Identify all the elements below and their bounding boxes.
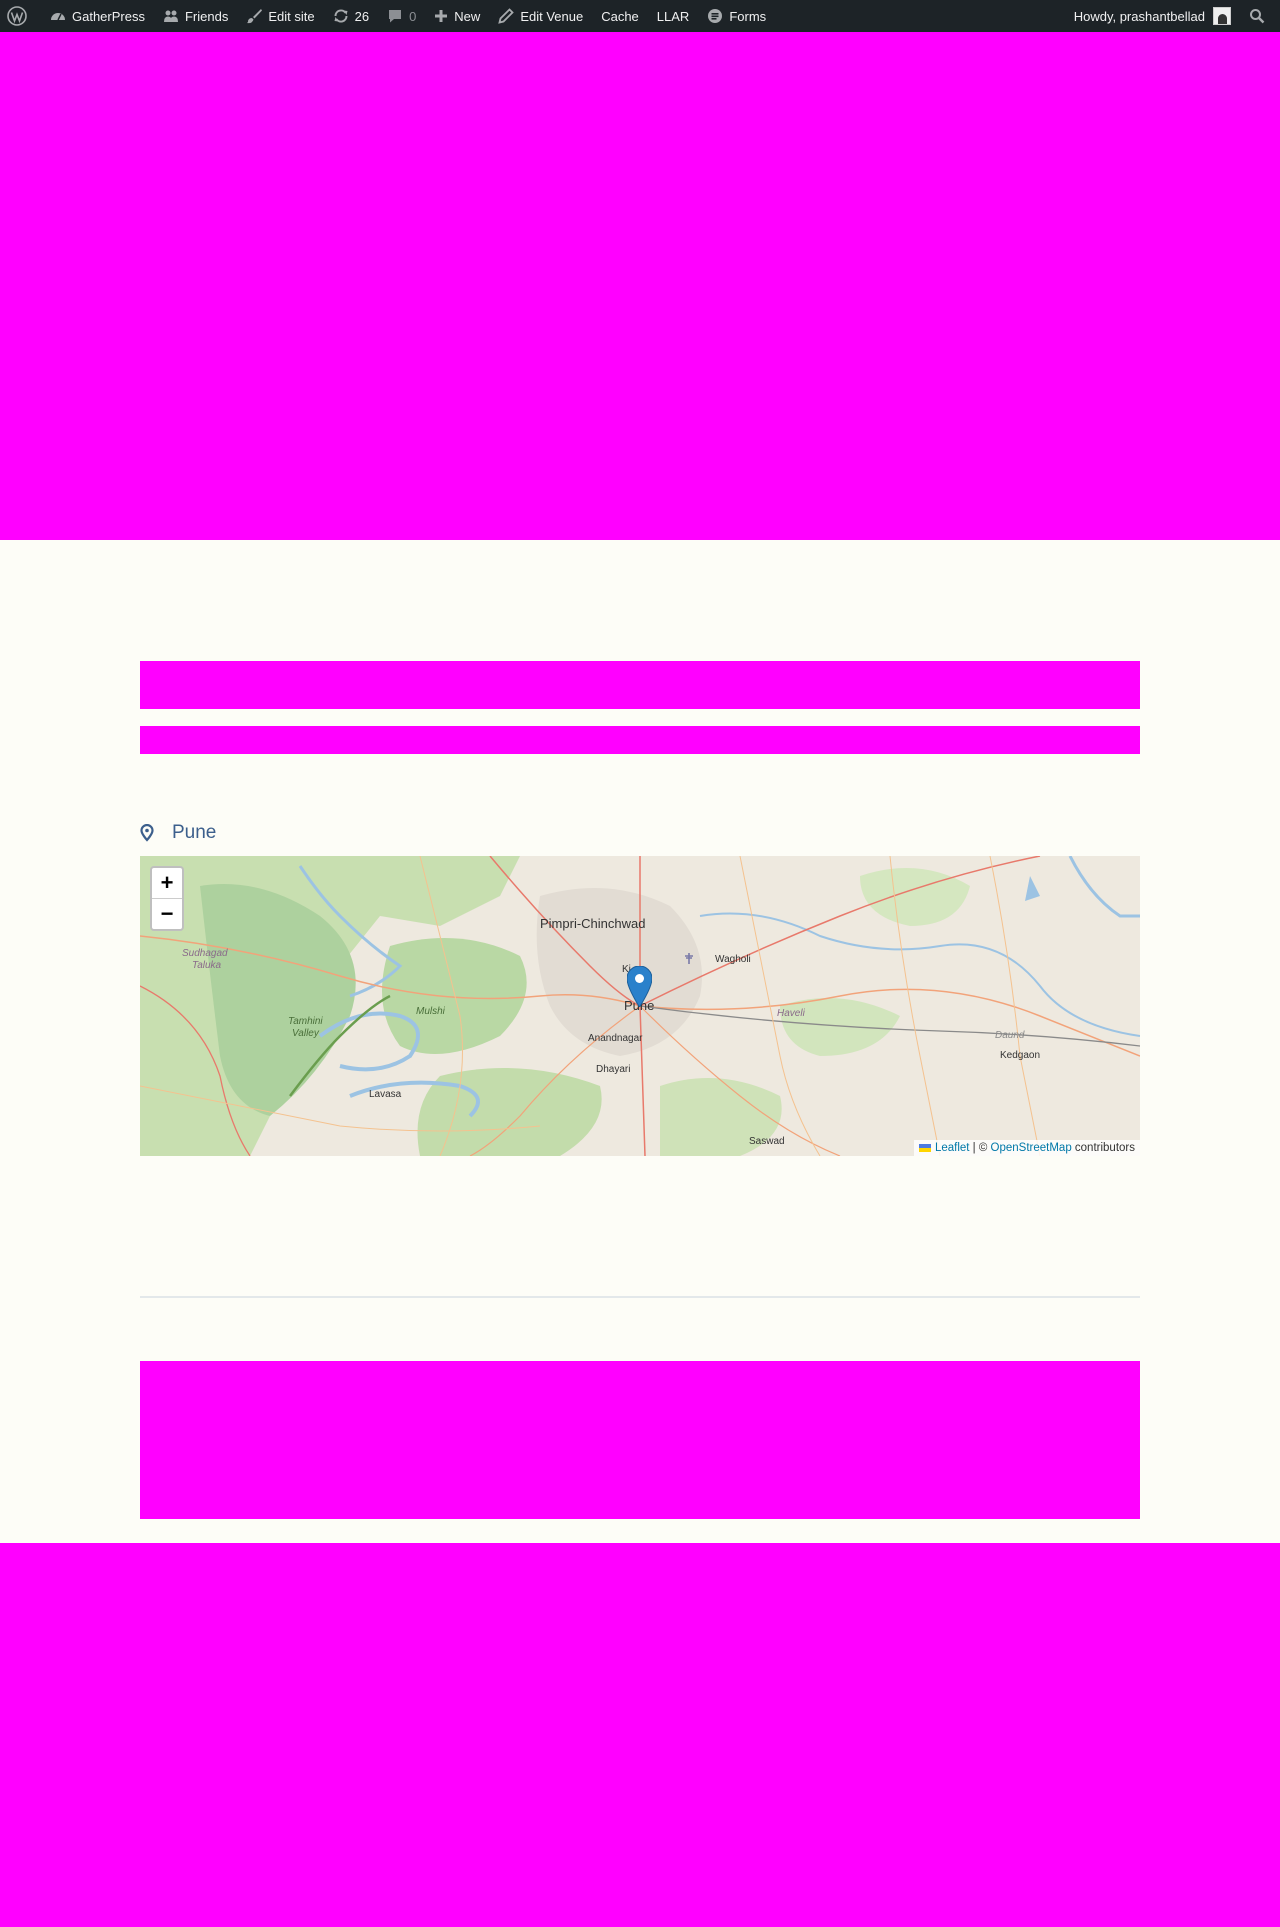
venue-map[interactable]: Pimpri-Chinchwad Wagholi Ki Pune Anandna…: [140, 856, 1140, 1156]
site-name-link[interactable]: GatherPress: [41, 0, 154, 32]
map-label-wagholi: Wagholi: [715, 954, 751, 965]
map-label-taluka: Taluka: [192, 960, 222, 971]
map-marker-icon[interactable]: [627, 966, 652, 1007]
avatar: [1213, 7, 1231, 25]
content-placeholder: [140, 1361, 1140, 1519]
map-label-daund: Daund: [995, 1030, 1025, 1041]
header-placeholder: [0, 32, 1280, 540]
map-label-lavasa: Lavasa: [369, 1089, 402, 1100]
edit-site-link[interactable]: Edit site: [237, 0, 323, 32]
attribution-separator: | ©: [969, 1142, 991, 1154]
leaflet-link[interactable]: Leaflet: [935, 1142, 970, 1154]
wordpress-logo-icon: [7, 6, 27, 26]
llar-link[interactable]: LLAR: [648, 0, 699, 32]
zoom-out-button[interactable]: −: [152, 899, 182, 929]
updates-count: 26: [354, 8, 370, 24]
wordpress-logo-button[interactable]: [0, 0, 41, 32]
map-label-saswad: Saswad: [749, 1136, 785, 1147]
cache-link[interactable]: Cache: [592, 0, 648, 32]
pencil-icon: [498, 8, 515, 24]
cache-label: Cache: [601, 8, 639, 24]
map-label-dhayari: Dhayari: [596, 1064, 631, 1075]
venue-location: Pune: [140, 818, 216, 848]
content-separator: [140, 1296, 1140, 1298]
subtitle-placeholder: [140, 726, 1140, 754]
map-label-sudhagad: Sudhagad: [182, 948, 228, 959]
venue-name: Pune: [172, 822, 217, 843]
site-name-label: GatherPress: [72, 8, 145, 24]
edit-site-label: Edit site: [268, 8, 315, 24]
map-label-tamhini: Tamhini: [288, 1016, 323, 1027]
my-account-link[interactable]: Howdy, prashantbellad: [1065, 0, 1240, 32]
friends-link[interactable]: Friends: [154, 0, 237, 32]
edit-venue-label: Edit Venue: [520, 8, 584, 24]
new-label: New: [454, 8, 481, 24]
attribution-contributors: contributors: [1071, 1142, 1135, 1154]
map-attribution: Leaflet | © OpenStreetMap contributors: [913, 1140, 1140, 1156]
location-pin-icon: [140, 824, 154, 842]
edit-venue-link[interactable]: Edit Venue: [489, 0, 592, 32]
llar-label: LLAR: [656, 8, 690, 24]
map-label-kedgaon: Kedgaon: [1000, 1050, 1041, 1061]
map-label-mulshi: Mulshi: [416, 1006, 445, 1017]
forms-icon: [708, 9, 723, 23]
admin-search-button[interactable]: [1240, 0, 1280, 32]
updates-icon: [334, 9, 348, 23]
ukraine-flag-icon: [918, 1144, 931, 1152]
footer-placeholder: [0, 1543, 1280, 1927]
map-label-anandnagar: Anandnagar: [588, 1033, 643, 1044]
friends-label: Friends: [184, 8, 229, 24]
map-label-valley: Valley: [292, 1028, 319, 1039]
howdy-text: Howdy, prashantbellad: [1073, 8, 1205, 24]
openstreetmap-link[interactable]: OpenStreetMap: [991, 1142, 1072, 1154]
friends-icon: [163, 10, 178, 22]
brush-icon: [247, 9, 263, 24]
comments-count: 0: [409, 8, 417, 24]
map-label-pimpri: Pimpri-Chinchwad: [540, 916, 646, 931]
map-label-haveli: Haveli: [777, 1008, 805, 1019]
zoom-controls: + −: [150, 866, 184, 931]
new-content-link[interactable]: New: [425, 0, 489, 32]
title-placeholder: [140, 661, 1140, 709]
forms-link[interactable]: Forms: [698, 0, 775, 32]
search-icon: [1250, 9, 1265, 24]
dashboard-icon: [51, 13, 65, 21]
comment-icon: [389, 10, 402, 23]
zoom-in-button[interactable]: +: [152, 868, 182, 899]
forms-label: Forms: [729, 8, 767, 24]
updates-link[interactable]: 26: [324, 0, 378, 32]
comments-link[interactable]: 0: [378, 0, 425, 32]
admin-bar: GatherPress Friends Edit site 26 0 New E…: [0, 0, 1280, 32]
plus-icon: [435, 10, 448, 22]
